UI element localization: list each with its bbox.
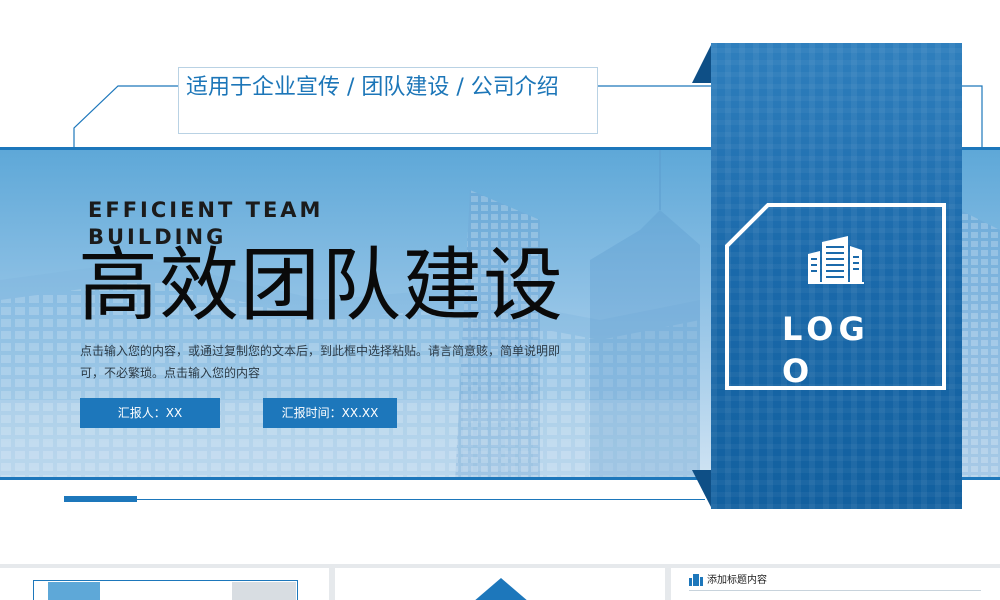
report-time-label: 汇报时间：XX.XX: [263, 398, 397, 428]
building-icon: [808, 236, 864, 284]
subtitle-text: 适用于企业宣传 / 团队建设 / 公司介绍: [178, 67, 598, 134]
thumbnail-image-block: [48, 582, 100, 600]
slide-canvas: 适用于企业宣传 / 团队建设 / 公司介绍 EFFICIENT TEAM BUI…: [0, 0, 1000, 600]
slide-thumbnail-3[interactable]: 添加标题内容: [671, 568, 1000, 600]
accent-bar: [64, 496, 137, 502]
panel-fold-top: [692, 43, 712, 83]
logo-text: LOGO: [782, 310, 870, 390]
accent-line: [137, 499, 705, 500]
description-text: 点击输入您的内容，或通过复制您的文本后，到此框中选择粘贴。请言简意赅，简单说明即…: [80, 344, 561, 380]
building-icon: [689, 574, 703, 586]
thumbnail-image-block: [232, 582, 296, 600]
thumbnail-title: 添加标题内容: [707, 575, 767, 586]
slide-thumbnail-2[interactable]: [335, 568, 665, 600]
thumbnail-triangle: [473, 578, 529, 600]
reporter-label: 汇报人：XX: [80, 398, 220, 428]
thumbnail-divider: [689, 590, 981, 591]
slide-thumbnail-1[interactable]: [0, 568, 329, 600]
main-title: 高效团队建设: [78, 239, 564, 332]
